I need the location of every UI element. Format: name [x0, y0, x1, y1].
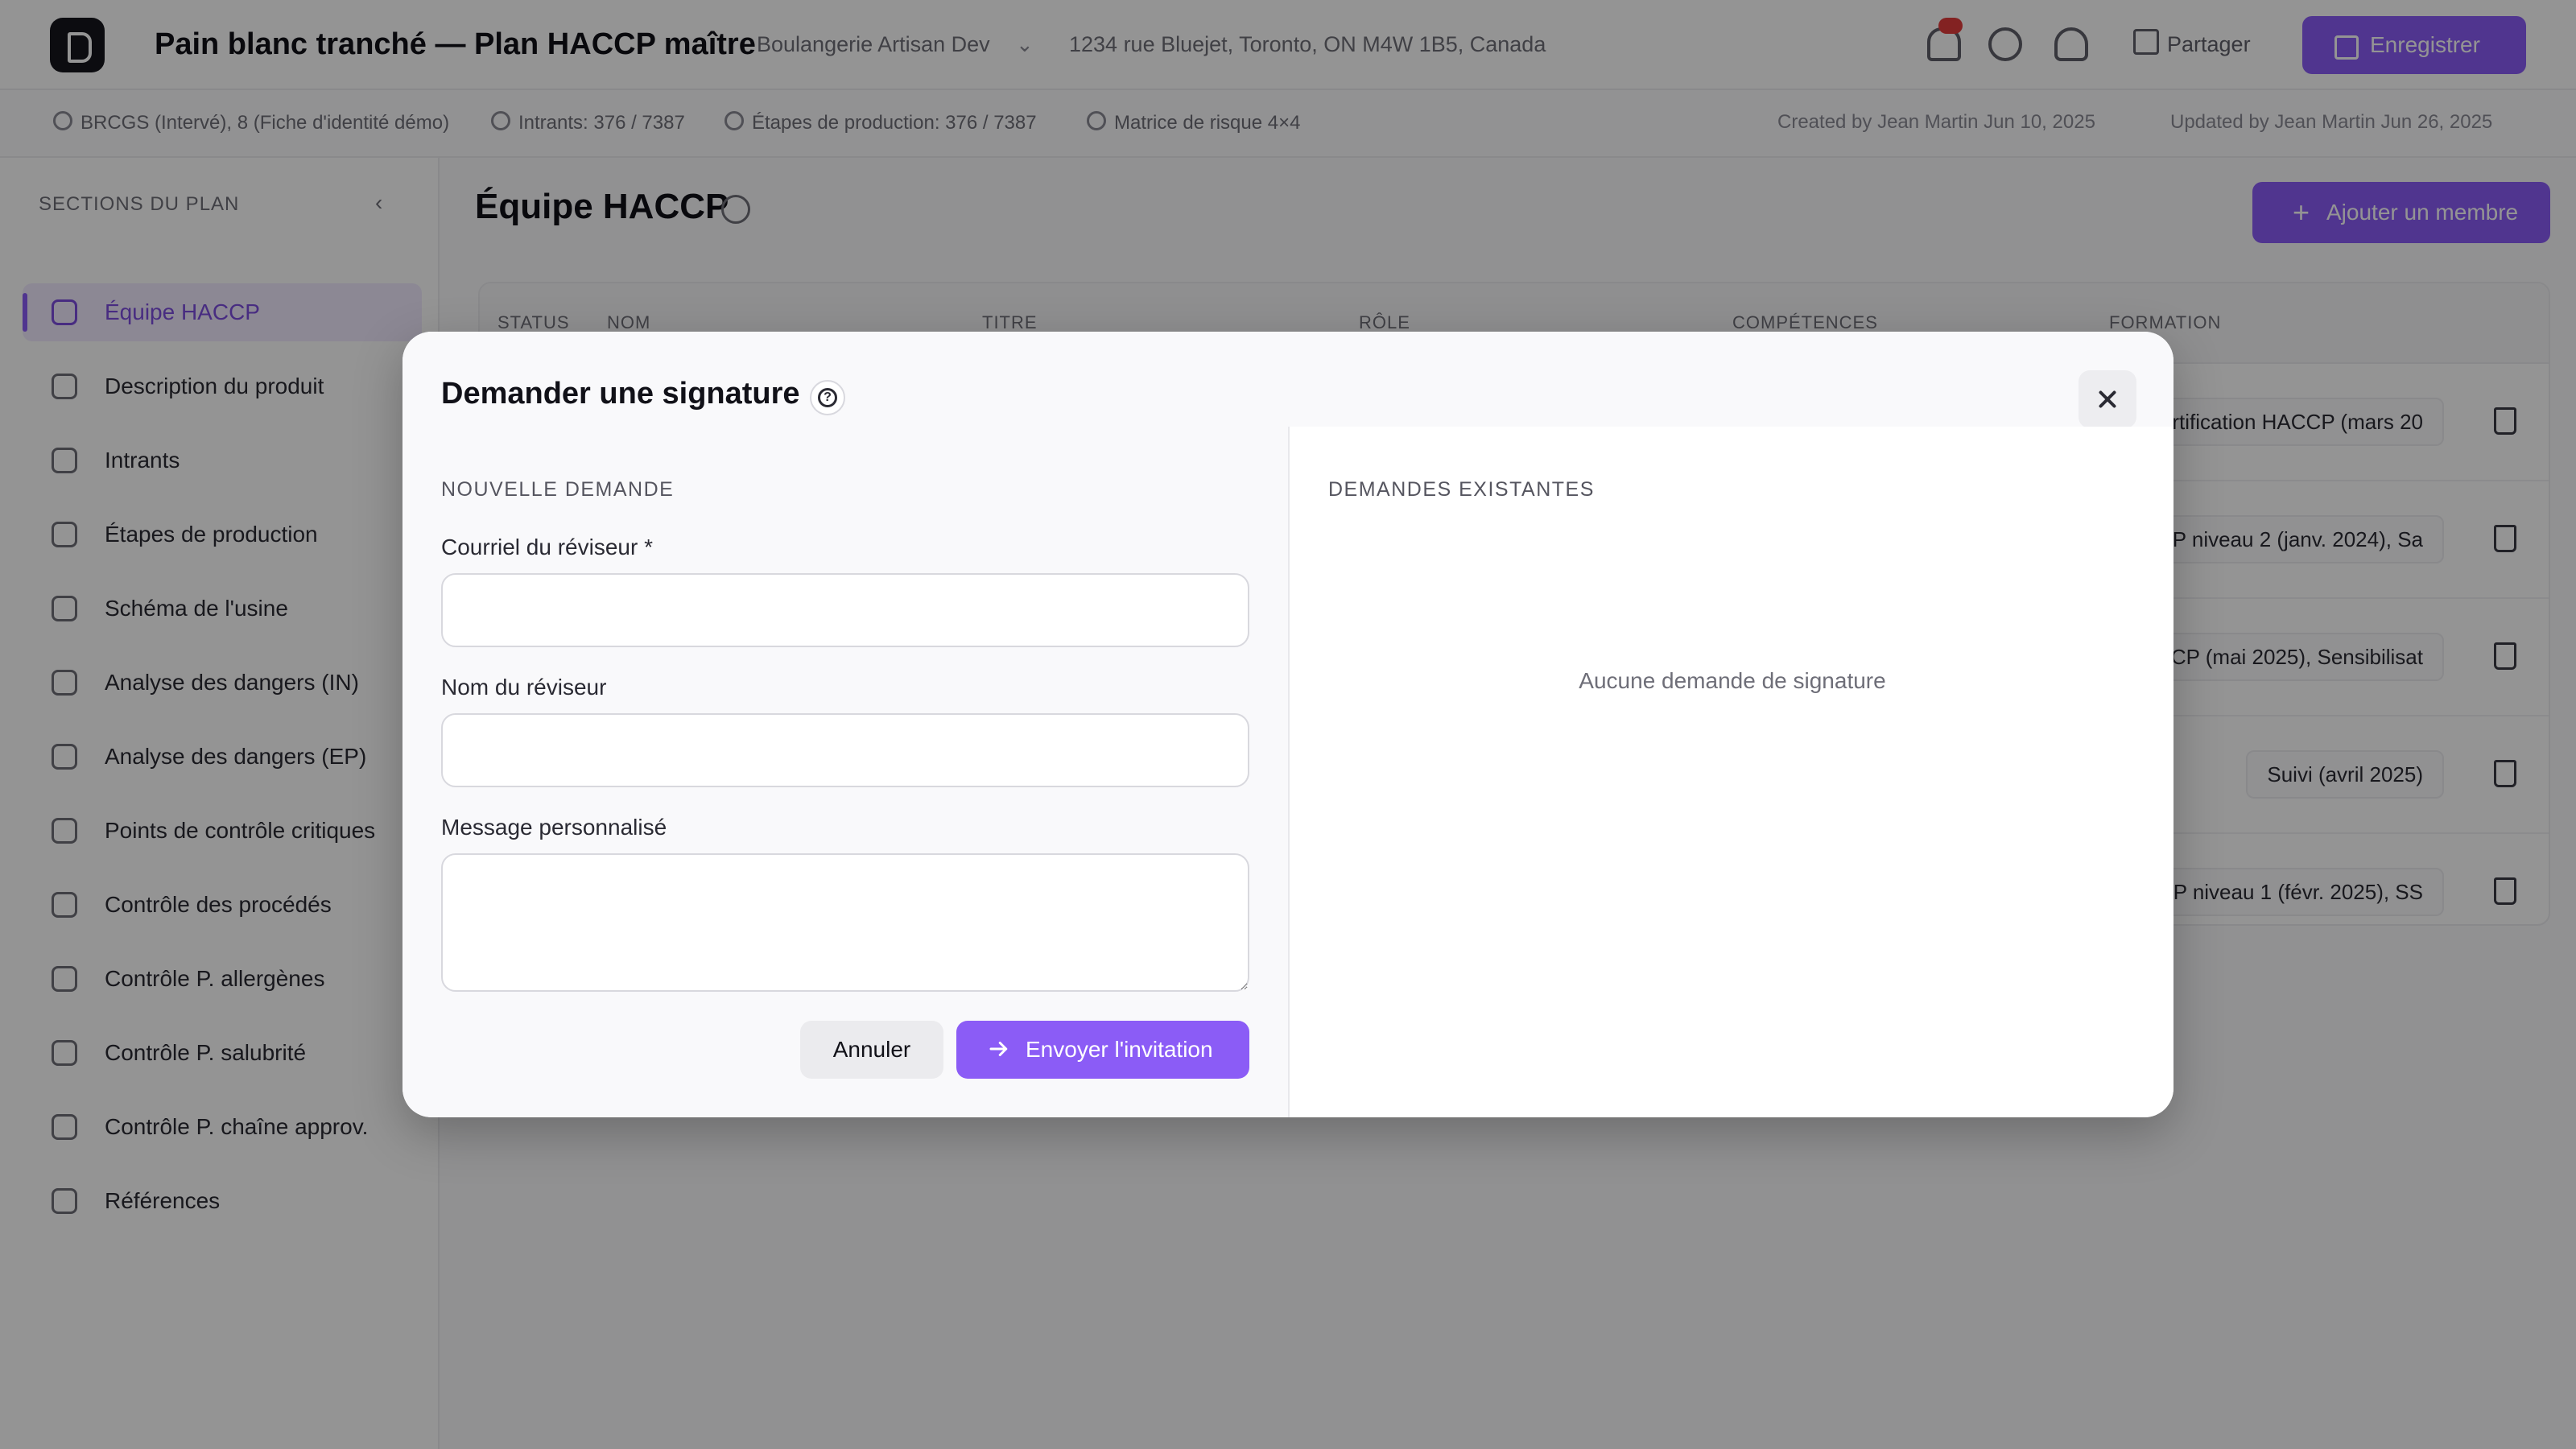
existing-requests-heading: DEMANDES EXISTANTES [1328, 478, 1595, 501]
close-icon[interactable] [2079, 370, 2136, 428]
send-invitation-button[interactable]: Envoyer l'invitation [956, 1021, 1249, 1079]
request-signature-dialog: Demander une signature ? NOUVELLE DEMAND… [402, 332, 2174, 1117]
existing-requests-pane: DEMANDES EXISTANTES Aucune demande de si… [1288, 427, 2174, 1117]
dialog-header: Demander une signature ? [402, 332, 2174, 428]
custom-message-label: Message personnalisé [441, 815, 667, 840]
new-request-heading: NOUVELLE DEMANDE [441, 478, 675, 501]
reviewer-name-field[interactable] [441, 713, 1249, 787]
send-invitation-label: Envoyer l'invitation [1026, 1037, 1213, 1062]
custom-message-field[interactable] [441, 853, 1249, 992]
help-icon[interactable]: ? [810, 380, 845, 415]
new-request-pane: NOUVELLE DEMANDE Courriel du réviseur * … [402, 427, 1288, 1117]
empty-state-text: Aucune demande de signature [1579, 668, 1886, 693]
reviewer-name-label: Nom du réviseur [441, 675, 607, 700]
arrow-right-icon [989, 1042, 1008, 1056]
dialog-title: Demander une signature [441, 377, 800, 411]
cancel-button[interactable]: Annuler [800, 1021, 943, 1079]
reviewer-email-field[interactable] [441, 573, 1249, 647]
reviewer-email-label: Courriel du réviseur * [441, 535, 653, 559]
